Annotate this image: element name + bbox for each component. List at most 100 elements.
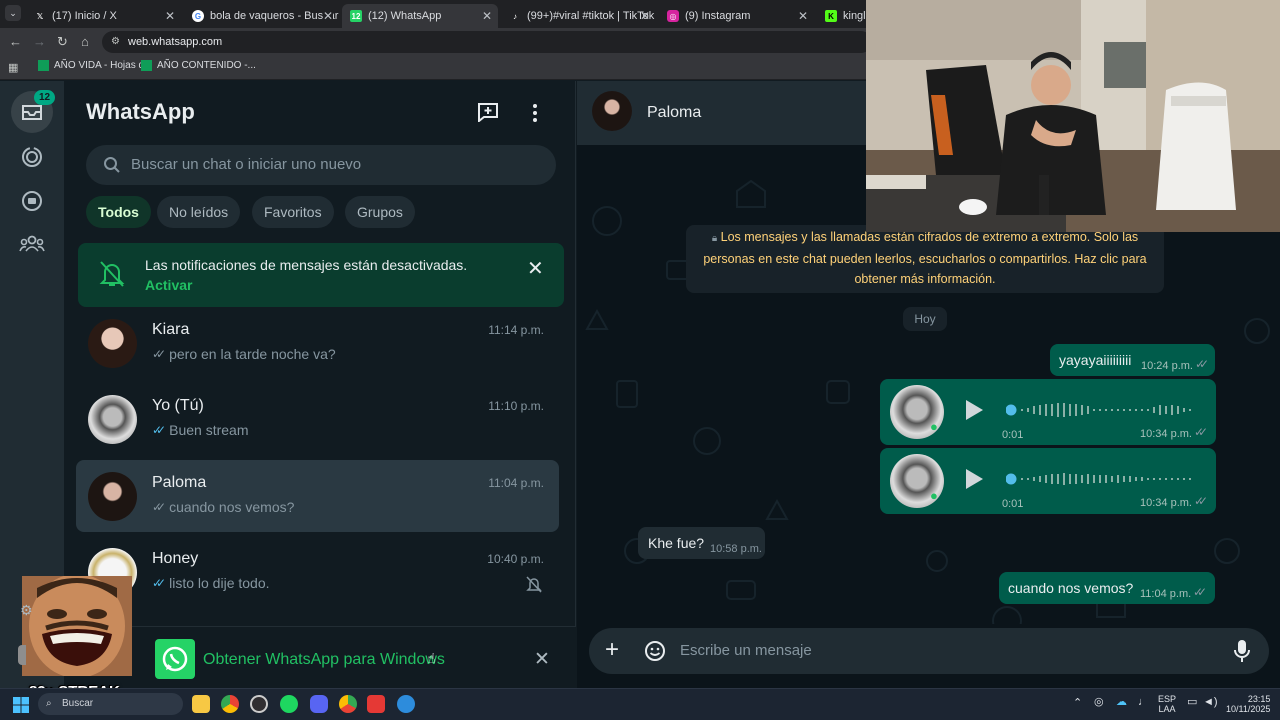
- chat-preview: ✓✓ cuando nos vemos?: [152, 499, 294, 515]
- filter-grupos[interactable]: Grupos: [345, 196, 415, 228]
- voice-message[interactable]: ● 0:01 10:34 p.m. ✓✓: [880, 379, 1216, 445]
- activate-link[interactable]: Activar: [145, 277, 192, 293]
- chat-name: Paloma: [152, 474, 207, 491]
- close-icon[interactable]: ✕: [482, 9, 492, 23]
- search-input[interactable]: Buscar un chat o iniciar uno nuevo: [86, 145, 556, 185]
- message-time: 10:34 p.m.: [1140, 428, 1192, 440]
- chat-preview: ✓✓ listo lo dije todo.: [152, 575, 270, 591]
- tray-cloud-icon[interactable]: ☁: [1116, 697, 1127, 708]
- filter-favoritos[interactable]: Favoritos: [252, 196, 334, 228]
- contact-avatar[interactable]: [592, 91, 632, 131]
- sidebar-settings-icon[interactable]: ⚙: [20, 602, 33, 619]
- browser-tab-instagram[interactable]: ◎ (9) Instagram ✕: [659, 4, 814, 28]
- close-icon[interactable]: ✕: [322, 9, 333, 23]
- site-info-icon[interactable]: ⚙: [111, 31, 120, 53]
- avatar: [88, 319, 137, 368]
- forward-icon[interactable]: →: [33, 34, 46, 49]
- chat-name: Honey: [152, 550, 199, 567]
- avatar: [88, 395, 137, 444]
- communities-icon[interactable]: [19, 234, 45, 254]
- chat-row-honey[interactable]: Honey 10:40 p.m. ✓✓ listo lo dije todo.: [76, 536, 559, 608]
- close-icon[interactable]: ✕: [165, 9, 175, 23]
- chat-preview: ✓✓ pero en la tarde noche va?: [152, 346, 336, 362]
- kick-icon: K: [825, 10, 837, 22]
- message-time: 11:04 p.m.: [1140, 588, 1192, 600]
- plus-icon[interactable]: +: [605, 636, 619, 664]
- url-field[interactable]: ⚙ web.whatsapp.com: [102, 31, 872, 53]
- get-app-link[interactable]: Obtener WhatsApp para Windows: [203, 651, 445, 669]
- mouse-cursor-icon: ☝: [427, 650, 436, 666]
- avatar: [88, 472, 137, 521]
- bookmark-ano-contenido[interactable]: AÑO CONTENIDO -...: [141, 60, 256, 71]
- lang-layout: LAA: [1158, 704, 1176, 714]
- close-icon[interactable]: ✕: [534, 648, 550, 671]
- profile-avatar[interactable]: [18, 645, 26, 665]
- browser-tab-google[interactable]: G bola de vaqueros - Buscar con ✕: [184, 4, 339, 28]
- tab-title: (12) WhatsApp: [368, 10, 442, 22]
- file-explorer-icon[interactable]: [192, 695, 210, 713]
- waveform[interactable]: [1006, 403, 1194, 417]
- new-chat-icon[interactable]: [477, 102, 499, 122]
- browser-tab-whatsapp[interactable]: 12 (12) WhatsApp ✕: [342, 4, 498, 28]
- chrome-alt-icon[interactable]: [339, 695, 357, 713]
- close-icon[interactable]: ✕: [798, 9, 808, 23]
- get-app-banner: Obtener WhatsApp para Windows ✕: [64, 626, 576, 688]
- double-check-icon: ✓✓: [152, 576, 166, 590]
- obs-icon[interactable]: [250, 695, 268, 713]
- chat-row-yo[interactable]: Yo (Tú) 11:10 p.m. ✓✓ Buen stream: [76, 383, 559, 455]
- streaming-app-icon[interactable]: [367, 695, 385, 713]
- clock-time: 23:15: [1247, 694, 1271, 704]
- mic-icon[interactable]: [1234, 639, 1250, 663]
- channels-icon[interactable]: [21, 190, 43, 212]
- reload-icon[interactable]: ↻: [57, 34, 68, 50]
- tray-mic-icon[interactable]: ♩: [1138, 697, 1149, 708]
- close-icon[interactable]: ✕: [527, 256, 544, 281]
- waveform[interactable]: [1006, 472, 1194, 486]
- spotify-icon[interactable]: [280, 695, 298, 713]
- encryption-notice[interactable]: 🔒︎ Los mensajes y las llamadas están cif…: [686, 225, 1164, 293]
- volume-icon[interactable]: ◄): [1203, 697, 1218, 708]
- discord-icon[interactable]: [310, 695, 328, 713]
- message-outgoing[interactable]: cuando nos vemos? 11:04 p.m. ✓✓: [999, 572, 1215, 604]
- tray-app-icon[interactable]: ◎: [1094, 697, 1104, 708]
- preview-text: listo lo dije todo.: [169, 575, 270, 591]
- apps-grid-icon[interactable]: ▦: [8, 61, 18, 74]
- chrome-icon[interactable]: [221, 695, 239, 713]
- double-check-icon: ✓✓: [1194, 425, 1208, 439]
- search-icon: ⌕: [46, 698, 52, 709]
- preview-text: Buen stream: [169, 422, 249, 438]
- message-text: cuando nos vemos?: [1008, 580, 1134, 596]
- message-composer[interactable]: + Escribe un mensaje: [589, 628, 1269, 674]
- browser-tab-tiktok[interactable]: ♪ (99+)#viral #tiktok | TikTok ✕: [501, 4, 656, 28]
- language-indicator[interactable]: ESP LAA: [1158, 694, 1176, 714]
- message-input-placeholder: Escribe un mensaje: [680, 642, 812, 659]
- chat-row-paloma[interactable]: Paloma 11:04 p.m. ✓✓ cuando nos vemos?: [76, 460, 559, 532]
- back-icon[interactable]: ←: [9, 34, 22, 49]
- menu-dots-icon[interactable]: [530, 103, 540, 123]
- filter-todos[interactable]: Todos: [86, 196, 151, 228]
- clock-date: 10/11/2025: [1226, 704, 1271, 714]
- bookmark-ano-vida[interactable]: AÑO VIDA - Hojas d...: [38, 60, 152, 71]
- google-icon: G: [192, 10, 204, 22]
- tray-chevron-icon[interactable]: ⌃: [1073, 698, 1082, 709]
- close-icon[interactable]: ✕: [640, 9, 650, 23]
- clock[interactable]: 23:15 10/11/2025: [1226, 694, 1270, 714]
- play-icon[interactable]: [964, 468, 984, 490]
- tab-search-chevron-icon[interactable]: ⌄: [5, 5, 21, 21]
- chat-time: 11:14 p.m.: [488, 323, 544, 337]
- network-icon[interactable]: ▭: [1187, 697, 1197, 708]
- windows-start-icon[interactable]: [13, 697, 29, 713]
- status-icon[interactable]: [21, 146, 43, 168]
- message-outgoing[interactable]: yayayaiiiiiiiii 10:24 p.m. ✓✓: [1050, 344, 1215, 376]
- home-icon[interactable]: ⌂: [81, 34, 89, 49]
- browser-tab-x[interactable]: 𝕏 (17) Inicio / X ✕: [26, 4, 181, 28]
- filter-no-leidos[interactable]: No leídos: [157, 196, 241, 228]
- chat-row-kiara[interactable]: Kiara 11:14 p.m. ✓✓ pero en la tarde noc…: [76, 307, 559, 379]
- voice-message[interactable]: ● 0:01 10:34 p.m. ✓✓: [880, 448, 1216, 514]
- message-incoming[interactable]: Khe fue? 10:58 p.m.: [638, 527, 765, 559]
- voice-duration: 0:01: [1002, 498, 1024, 510]
- globe-app-icon[interactable]: [397, 695, 415, 713]
- emoji-icon[interactable]: [644, 640, 666, 662]
- play-icon[interactable]: [964, 399, 984, 421]
- taskbar-search[interactable]: ⌕ Buscar: [38, 693, 183, 715]
